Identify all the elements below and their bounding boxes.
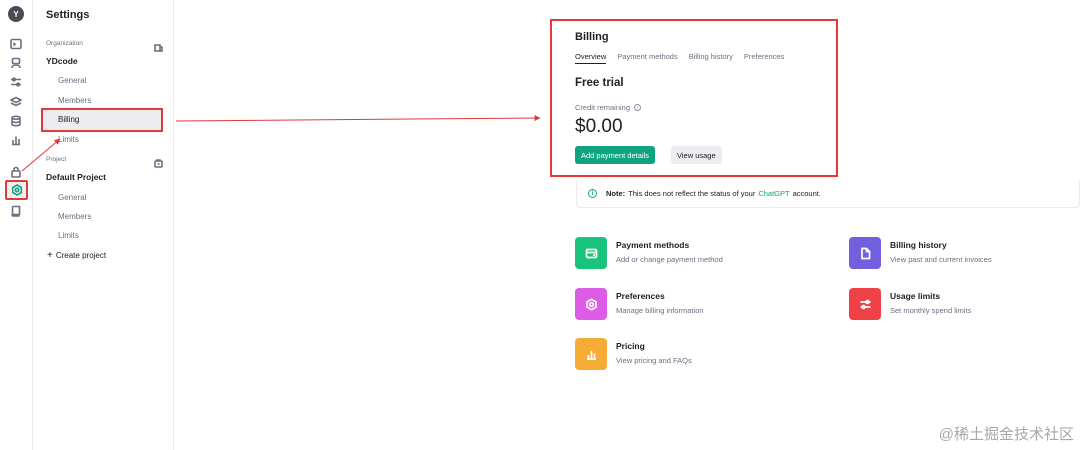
organization-name: YDcode xyxy=(46,56,78,66)
document-icon xyxy=(849,237,881,269)
card-title: Pricing xyxy=(616,341,645,351)
card-desc: Manage billing information xyxy=(616,306,704,315)
credit-remaining-label: Credit remaining i xyxy=(575,103,642,112)
preferences-card[interactable]: Preferences Manage billing information xyxy=(575,288,704,320)
credit-card-icon xyxy=(575,237,607,269)
chatgpt-link[interactable]: ChatGPT xyxy=(758,189,789,198)
database-icon[interactable] xyxy=(9,114,23,128)
avatar[interactable]: Y xyxy=(8,6,24,22)
project-label: Project xyxy=(46,156,67,163)
credit-label-text: Credit remaining xyxy=(575,103,631,112)
organization-icon[interactable] xyxy=(154,39,163,52)
icon-rail: Y xyxy=(0,0,33,450)
book-icon[interactable] xyxy=(9,204,23,218)
sidebar-item-org-limits[interactable]: Limits xyxy=(58,135,79,144)
billing-history-card[interactable]: Billing history View past and current in… xyxy=(849,237,992,269)
project-icon[interactable] xyxy=(154,155,163,168)
chart-icon[interactable] xyxy=(9,133,23,147)
organization-label: Organization xyxy=(46,40,83,47)
credit-amount: $0.00 xyxy=(575,116,623,137)
sidebar-title: Settings xyxy=(46,9,90,21)
page-title: Billing xyxy=(575,31,609,43)
sidebar-item-billing-label: Billing xyxy=(58,115,80,124)
card-title: Preferences xyxy=(616,291,665,301)
chatgpt-note: i Note: This does not reflect the status… xyxy=(576,180,1080,208)
tune-icon[interactable] xyxy=(9,75,23,89)
card-title: Usage limits xyxy=(890,291,941,301)
chart-icon xyxy=(575,338,607,370)
storage-icon[interactable] xyxy=(9,95,23,109)
view-usage-button[interactable]: View usage xyxy=(671,146,722,164)
create-project-button[interactable]: + Create project xyxy=(47,250,106,261)
usage-limits-card[interactable]: Usage limits Set monthly spend limits xyxy=(849,288,971,320)
billing-overview-panel: Billing Overview Payment methods Billing… xyxy=(550,19,838,177)
tab-payment-methods[interactable]: Payment methods xyxy=(617,52,677,64)
project-name: Default Project xyxy=(46,172,106,182)
card-desc: View past and current invoices xyxy=(890,255,992,264)
lock-icon[interactable] xyxy=(9,165,23,179)
sidebar-item-project-general[interactable]: General xyxy=(58,193,86,202)
sliders-icon xyxy=(849,288,881,320)
sidebar-item-org-members[interactable]: Members xyxy=(58,96,91,105)
tab-billing-history[interactable]: Billing history xyxy=(689,52,733,64)
card-desc: Add or change payment method xyxy=(616,255,723,264)
gear-icon[interactable] xyxy=(5,180,28,200)
gear-icon xyxy=(575,288,607,320)
card-desc: Set monthly spend limits xyxy=(890,306,972,315)
billing-tabs: Overview Payment methods Billing history… xyxy=(575,52,784,64)
sidebar-item-project-members[interactable]: Members xyxy=(58,212,91,221)
tab-overview[interactable]: Overview xyxy=(575,52,607,64)
terminal-icon[interactable] xyxy=(9,37,23,51)
sidebar-item-project-limits[interactable]: Limits xyxy=(58,231,79,240)
add-payment-details-button[interactable]: Add payment details xyxy=(575,146,655,164)
sidebar-item-org-general[interactable]: General xyxy=(58,76,86,85)
card-title: Billing history xyxy=(890,240,947,250)
create-project-label: Create project xyxy=(55,251,107,260)
card-desc: View pricing and FAQs xyxy=(616,356,692,365)
note-text-before: This does not reflect the status of your xyxy=(628,189,756,198)
info-circle-icon: i xyxy=(588,189,597,198)
plus-icon: + xyxy=(47,250,53,261)
pricing-card[interactable]: Pricing View pricing and FAQs xyxy=(575,338,692,370)
tab-preferences[interactable]: Preferences xyxy=(744,52,784,64)
sidebar-item-billing[interactable]: Billing xyxy=(41,108,163,132)
note-text-after: account. xyxy=(792,189,821,198)
settings-sidebar: Settings Organization YDcode General Mem… xyxy=(34,0,174,450)
watermark: @稀土掘金技术社区 xyxy=(938,426,1074,443)
arrow-to-panel xyxy=(175,115,541,122)
plan-name: Free trial xyxy=(575,77,624,89)
info-icon[interactable]: i xyxy=(634,104,642,111)
assistant-icon[interactable] xyxy=(9,56,23,70)
card-title: Payment methods xyxy=(616,240,690,250)
payment-methods-card[interactable]: Payment methods Add or change payment me… xyxy=(575,237,723,269)
note-label: Note: xyxy=(606,189,626,198)
